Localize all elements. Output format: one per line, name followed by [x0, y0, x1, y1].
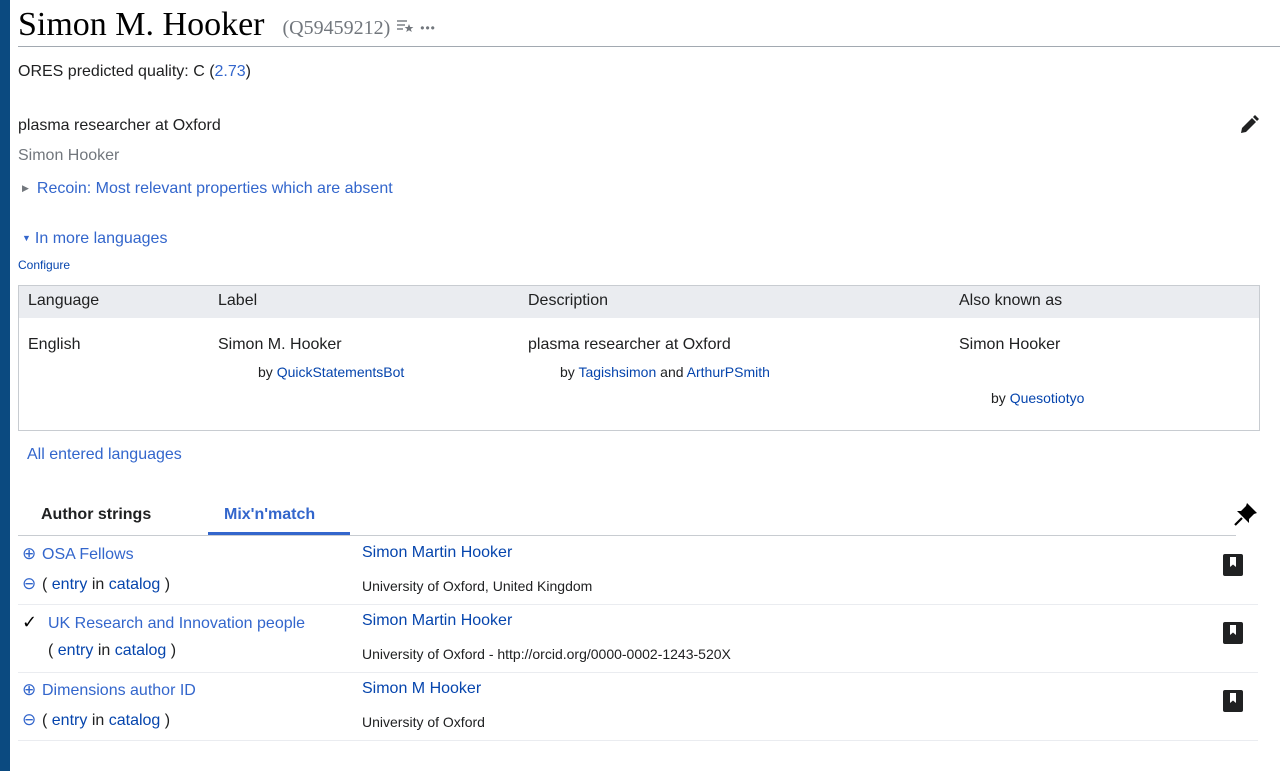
user-link[interactable]: QuickStatementsBot [277, 364, 405, 380]
catalog-page-link[interactable]: catalog [115, 642, 167, 659]
all-languages-link[interactable]: All entered languages [27, 446, 182, 464]
more-languages-toggle[interactable]: ▼ In more languages [22, 230, 167, 248]
pencil-icon[interactable] [1238, 114, 1260, 136]
match-name-link[interactable]: Simon Martin Hooker [362, 544, 512, 562]
match-detail: University of Oxford [362, 714, 485, 730]
languages-table-header: Language Label Description Also known as [19, 286, 1259, 318]
more-icon[interactable]: ••• [420, 21, 436, 35]
mixnmatch-row: ✓ UK Research and Innovation people ( ent… [18, 606, 1258, 673]
catalog-page-link[interactable]: catalog [109, 576, 161, 593]
match-detail: University of Oxford, United Kingdom [362, 578, 593, 594]
minus-circle-icon[interactable]: ⊖ [22, 574, 42, 594]
mixnmatch-row: ⊕ Dimensions author ID ⊖( entry in catalo… [18, 674, 1258, 741]
user-link[interactable]: Tagishsimon [578, 364, 656, 380]
triangle-right-icon: ▶ [22, 183, 29, 193]
col-also-known-as: Also known as [959, 292, 1063, 309]
row-language: English [28, 336, 81, 353]
ores-quality: ORES predicted quality: C (2.73) [18, 63, 251, 80]
catalog-page-link[interactable]: catalog [109, 712, 161, 729]
bookmark-icon[interactable] [1223, 622, 1243, 644]
page: Simon M. Hooker (Q59459212) ••• ORES pre… [10, 0, 1282, 771]
entry-link[interactable]: entry [58, 642, 94, 659]
ores-score-link[interactable]: 2.73 [215, 63, 246, 80]
label-author: by QuickStatementsBot [258, 364, 405, 380]
row-label: Simon M. Hooker [218, 336, 342, 353]
checkmark-icon: ✓ [22, 612, 38, 632]
tab-author-strings[interactable]: Author strings [41, 506, 151, 524]
match-name-link[interactable]: Simon M Hooker [362, 680, 481, 698]
entry-link[interactable]: entry [52, 712, 88, 729]
user-link[interactable]: Quesotiotyo [1010, 390, 1085, 406]
plus-circle-icon[interactable]: ⊕ [22, 544, 42, 564]
col-label: Label [218, 292, 258, 309]
item-id: (Q59459212) [282, 16, 391, 39]
list-star-icon[interactable] [396, 19, 414, 38]
match-detail: University of Oxford - http://orcid.org/… [362, 646, 731, 662]
catalog-link[interactable]: Dimensions author ID [42, 682, 196, 699]
description-authors: by Tagishsimon and ArthurPSmith [560, 364, 770, 380]
item-alias: Simon Hooker [18, 147, 120, 164]
page-heading: Simon M. Hooker (Q59459212) ••• [18, 2, 1280, 47]
pin-icon[interactable] [1232, 500, 1260, 528]
match-name-link[interactable]: Simon Martin Hooker [362, 612, 512, 630]
tabs: Author strings Mix'n'match [18, 497, 1236, 536]
bookmark-icon[interactable] [1223, 554, 1243, 576]
aka-author: by Quesotiotyo [991, 390, 1085, 406]
bookmark-icon[interactable] [1223, 690, 1243, 712]
catalog-link[interactable]: OSA Fellows [42, 546, 134, 563]
recoin-toggle[interactable]: ▶ Recoin: Most relevant properties which … [22, 180, 393, 198]
col-language: Language [28, 292, 100, 309]
languages-table: Language Label Description Also known as… [18, 285, 1260, 431]
entry-link[interactable]: entry [52, 576, 88, 593]
plus-circle-icon[interactable]: ⊕ [22, 680, 42, 700]
triangle-down-icon: ▼ [22, 233, 31, 243]
minus-circle-icon[interactable]: ⊖ [22, 710, 42, 730]
mixnmatch-row: ⊕ OSA Fellows ⊖( entry in catalog ) Simon… [18, 538, 1258, 605]
row-description: plasma researcher at Oxford [528, 336, 731, 353]
page-title: Simon M. Hooker [18, 6, 265, 43]
user-link[interactable]: ArthurPSmith [687, 364, 770, 380]
catalog-link[interactable]: UK Research and Innovation people [48, 615, 305, 632]
row-aka: Simon Hooker [959, 336, 1061, 353]
configure-link[interactable]: Configure [18, 258, 70, 272]
tab-mixnmatch[interactable]: Mix'n'match [208, 506, 350, 535]
item-description: plasma researcher at Oxford [18, 117, 221, 134]
col-description: Description [528, 292, 609, 309]
